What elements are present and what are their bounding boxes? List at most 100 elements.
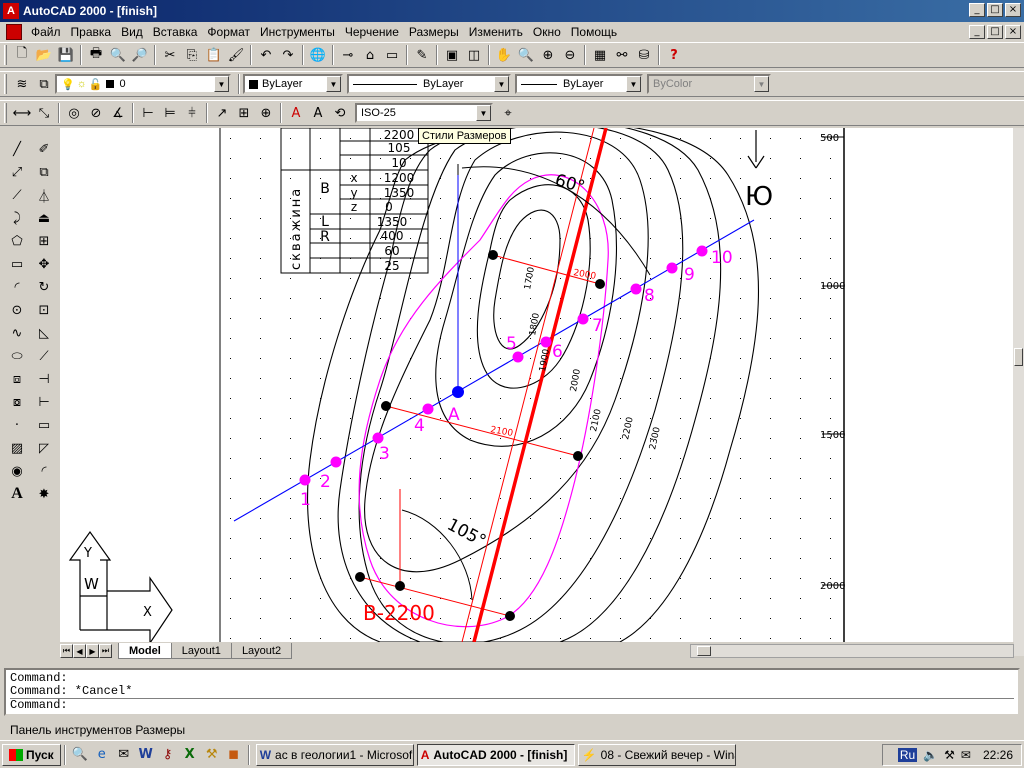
quick-launch-ppt-icon[interactable]: ◼ — [223, 744, 245, 766]
chamfer-icon[interactable]: ◸ — [33, 437, 55, 459]
menu-format[interactable]: Формат — [202, 25, 255, 39]
zoom-window-icon[interactable]: ⊕ — [537, 44, 559, 66]
fillet-icon[interactable]: ◜ — [33, 460, 55, 482]
quick-launch-access-icon[interactable]: ⚷ — [157, 744, 179, 766]
lengthen-icon[interactable]: ⟋ — [33, 345, 55, 367]
first-tab-icon[interactable]: ⏮ — [60, 644, 73, 658]
linetype-combo[interactable]: ByLayer ▼ — [347, 74, 511, 94]
ucs-icon[interactable]: ⌂ — [359, 44, 381, 66]
last-tab-icon[interactable]: ⏭ — [99, 644, 112, 658]
zoom-realtime-icon[interactable]: 🔍 — [515, 44, 537, 66]
rotate-icon[interactable]: ↻ — [33, 276, 55, 298]
chevron-down-icon[interactable]: ▼ — [326, 76, 341, 92]
close-button[interactable]: × — [1005, 3, 1021, 17]
print-preview-icon[interactable]: 🔍 — [107, 44, 129, 66]
mirror-icon[interactable]: ⏃ — [33, 184, 55, 206]
paste-icon[interactable]: 📋 — [203, 44, 225, 66]
linear-dimension-icon[interactable]: ⟷ — [11, 102, 33, 124]
command-window[interactable]: Command: Command: *Cancel* Command: — [4, 668, 1020, 716]
quick-launch-outlook-icon[interactable]: ✉ — [113, 744, 135, 766]
menu-modify[interactable]: Изменить — [464, 25, 528, 39]
save-icon[interactable]: 💾 — [55, 44, 77, 66]
make-layer-current-icon[interactable]: ⧉ — [33, 73, 55, 95]
copy-object-icon[interactable]: ⧉ — [33, 161, 55, 183]
center-mark-icon[interactable]: ⊕ — [255, 102, 277, 124]
language-indicator[interactable]: Ru — [897, 748, 918, 762]
baseline-dimension-icon[interactable]: ⊨ — [159, 102, 181, 124]
insert-block-icon[interactable]: ⧈ — [6, 368, 28, 390]
named-views-icon[interactable]: ▦ — [589, 44, 611, 66]
menu-dimension[interactable]: Размеры — [404, 25, 464, 39]
menu-view[interactable]: Вид — [116, 25, 148, 39]
distance-icon[interactable]: ▭ — [381, 44, 403, 66]
quick-launch-excel-icon[interactable]: X — [179, 744, 201, 766]
tab-layout1[interactable]: Layout1 — [170, 643, 232, 659]
dimstyle-combo[interactable]: ISO-25 ▼ — [355, 103, 493, 123]
taskbar-autocad-button[interactable]: A AutoCAD 2000 - [finish] — [416, 743, 575, 766]
menu-help[interactable]: Помощь — [566, 25, 622, 39]
toolbar-icon[interactable]: ◫ — [463, 44, 485, 66]
drawing-svg[interactable]: 500 1000 1500 2000 2200 105 10 1200 1350… — [60, 128, 1014, 642]
prev-tab-icon[interactable]: ◀ — [73, 644, 86, 658]
doc-close-button[interactable]: × — [1005, 25, 1021, 39]
spline-icon[interactable]: ∿ — [6, 322, 28, 344]
dimension-edit-icon[interactable]: A — [285, 102, 307, 124]
print-icon[interactable]: 🖶 — [85, 44, 107, 66]
chevron-down-icon[interactable]: ▼ — [626, 76, 641, 92]
offset-icon[interactable]: ⏏ — [33, 207, 55, 229]
taskbar-word-button[interactable]: W ас в геологии1 - Microsof... — [255, 743, 414, 766]
minimize-button[interactable]: _ — [969, 3, 985, 17]
line-icon[interactable]: ╱ — [6, 138, 28, 160]
horizontal-scrollbar[interactable] — [690, 644, 1014, 658]
quick-dimension-icon[interactable]: ⊢ — [137, 102, 159, 124]
zoom-previous-icon[interactable]: ⊖ — [559, 44, 581, 66]
copy-icon[interactable]: ⎘ — [181, 44, 203, 66]
vertical-scrollbar[interactable] — [1013, 128, 1024, 656]
tab-layout2[interactable]: Layout2 — [230, 643, 293, 659]
move-icon[interactable]: ✥ — [33, 253, 55, 275]
command-prompt[interactable]: Command: — [10, 698, 1014, 712]
drawing-canvas[interactable]: 500 1000 1500 2000 2200 105 10 1200 1350… — [60, 128, 1014, 642]
arc-icon[interactable]: ◜ — [6, 276, 28, 298]
region-icon[interactable]: ◉ — [6, 460, 28, 482]
scale-icon[interactable]: ⊡ — [33, 299, 55, 321]
hyperlink-icon[interactable]: 🌐 — [307, 44, 329, 66]
chevron-down-icon[interactable]: ▼ — [476, 105, 491, 121]
construction-line-icon[interactable]: ⤢ — [6, 161, 28, 183]
diameter-dimension-icon[interactable]: ⊘ — [85, 102, 107, 124]
cut-icon[interactable]: ✂ — [159, 44, 181, 66]
array-icon[interactable]: ⊞ — [33, 230, 55, 252]
open-icon[interactable]: 📂 — [33, 44, 55, 66]
design-center-icon[interactable]: ▣ — [441, 44, 463, 66]
scroll-thumb[interactable] — [1014, 348, 1023, 366]
hatch-icon[interactable]: ▨ — [6, 437, 28, 459]
find-icon[interactable]: 🔎 — [129, 44, 151, 66]
tray-mail-icon[interactable]: ✉ — [961, 748, 971, 762]
redo-icon[interactable]: ↷ — [277, 44, 299, 66]
menu-window[interactable]: Окно — [528, 25, 566, 39]
quick-launch-ie-icon[interactable]: e — [91, 744, 113, 766]
maximize-button[interactable]: □ — [987, 3, 1003, 17]
help-icon[interactable]: ? — [663, 44, 685, 66]
3d-orbit-icon[interactable]: ⚯ — [611, 44, 633, 66]
properties-icon[interactable]: ✎ — [411, 44, 433, 66]
start-button[interactable]: Пуск — [2, 743, 61, 766]
menu-insert[interactable]: Вставка — [148, 25, 203, 39]
color-combo[interactable]: ByLayer ▼ — [243, 74, 343, 94]
tray-speaker-icon[interactable]: 🔈 — [923, 748, 938, 762]
angular-dimension-icon[interactable]: ∡ — [107, 102, 129, 124]
database-icon[interactable]: ⛁ — [633, 44, 655, 66]
continue-dimension-icon[interactable]: ⫩ — [181, 102, 203, 124]
multiline-icon[interactable]: ⤸ — [6, 207, 28, 229]
rectangle-icon[interactable]: ▭ — [6, 253, 28, 275]
taskbar-winamp-button[interactable]: ⚡ 08 - Свежий вечер - Wina... — [577, 743, 736, 766]
menu-tools[interactable]: Инструменты — [255, 25, 340, 39]
match-properties-icon[interactable]: 🖌 — [225, 44, 247, 66]
tray-tool-icon[interactable]: ⚒ — [944, 748, 955, 762]
trim-icon[interactable]: ⊣ — [33, 368, 55, 390]
aligned-dimension-icon[interactable]: ⤡ — [33, 102, 55, 124]
menu-draw[interactable]: Черчение — [340, 25, 404, 39]
ellipse-icon[interactable]: ⬭ — [6, 345, 28, 367]
dimension-style-icon[interactable]: ⌖ — [497, 102, 519, 124]
lineweight-combo[interactable]: ByLayer ▼ — [515, 74, 643, 94]
